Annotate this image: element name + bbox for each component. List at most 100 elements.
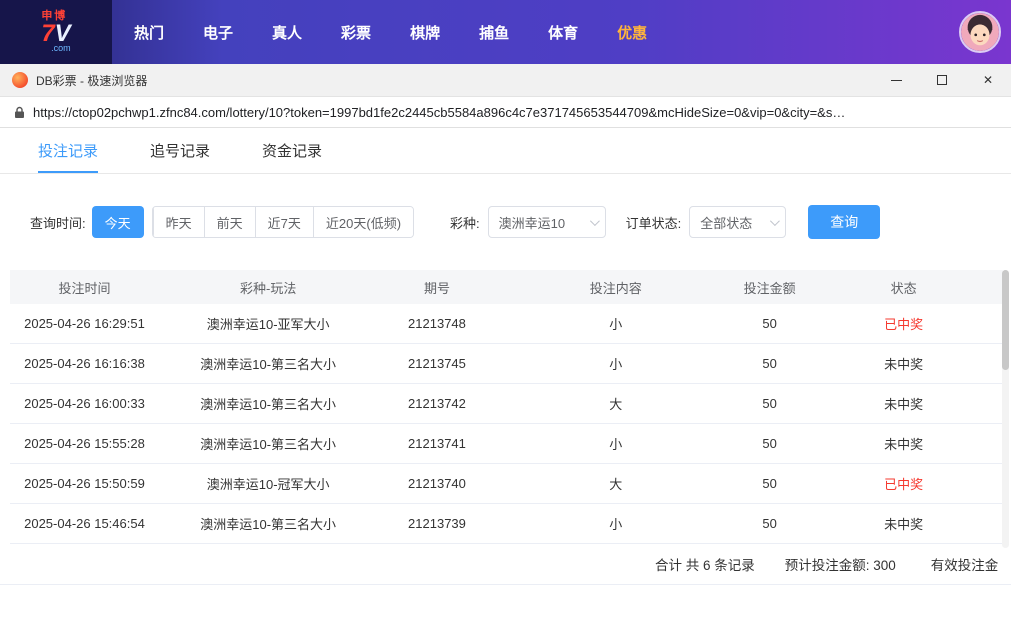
avatar-image	[961, 13, 999, 51]
table-row: 2025-04-26 16:16:38 澳洲幸运10-第三名大小 2121374…	[10, 344, 1003, 384]
header-bet-time: 投注时间	[58, 280, 111, 296]
tab-bet-records[interactable]: 投注记录	[38, 128, 99, 173]
lottery-select-value: 澳洲幸运10	[498, 215, 566, 231]
cell-bet-amount: 50	[762, 476, 777, 491]
summary-expected-amount: 预计投注金额: 300	[784, 558, 896, 573]
url-text: https://ctop02pchwp1.zfnc84.com/lottery/…	[33, 104, 846, 120]
table-row: 2025-04-26 16:00:33 澳洲幸运10-第三名大小 2121374…	[10, 384, 1003, 424]
cell-issue: 21213739	[408, 516, 466, 531]
cell-status: 未中奖	[884, 437, 924, 452]
cell-bet-content: 大	[609, 477, 623, 492]
address-bar[interactable]: https://ctop02pchwp1.zfnc84.com/lottery/…	[0, 97, 1011, 128]
table-row: 2025-04-26 15:55:28 澳洲幸运10-第三名大小 2121374…	[10, 424, 1003, 464]
table-row: 2025-04-26 15:50:59 澳洲幸运10-冠军大小 21213740…	[10, 464, 1003, 504]
nav-item[interactable]: 彩票	[333, 16, 379, 49]
nav-item[interactable]: 捕鱼	[471, 16, 517, 49]
cell-status: 已中奖	[884, 477, 924, 492]
cell-bet-time: 2025-04-26 16:00:33	[24, 396, 145, 411]
scrollbar[interactable]	[1002, 270, 1009, 548]
window-controls	[873, 64, 1011, 96]
cell-bet-amount: 50	[762, 516, 777, 531]
nav-item[interactable]: 热门	[126, 16, 172, 49]
table-row: 2025-04-26 15:46:54 澳洲幸运10-第三名大小 2121373…	[10, 504, 1003, 544]
cell-bet-content: 小	[609, 317, 623, 332]
table-header-row: 投注时间 彩种-玩法 期号 投注内容 投注金额 状态	[10, 270, 1003, 304]
order-status-select[interactable]: 全部状态	[689, 206, 787, 238]
cell-status: 已中奖	[884, 317, 924, 332]
tab-fund-records[interactable]: 资金记录	[262, 128, 322, 173]
site-logo-text: 申博 7V .com	[41, 11, 70, 53]
cell-game-play: 澳洲幸运10-第三名大小	[200, 437, 337, 452]
summary-valid-amount: 有效投注金	[930, 558, 999, 573]
cell-bet-amount: 50	[762, 396, 777, 411]
nav-item[interactable]: 棋牌	[402, 16, 448, 49]
time-filter-today-button[interactable]: 今天	[91, 206, 144, 238]
table-row: 2025-04-26 16:29:51 澳洲幸运10-亚军大小 21213748…	[10, 304, 1003, 344]
cell-issue: 21213742	[408, 396, 466, 411]
cell-game-play: 澳洲幸运10-第三名大小	[200, 357, 337, 372]
cell-bet-amount: 50	[762, 316, 777, 331]
time-filter-button[interactable]: 昨天	[152, 207, 204, 237]
maximize-icon	[937, 75, 947, 85]
minimize-icon	[890, 79, 902, 81]
cell-bet-time: 2025-04-26 15:46:54	[24, 516, 145, 531]
cell-issue: 21213748	[408, 316, 466, 331]
user-avatar[interactable]	[959, 11, 1001, 53]
lottery-select[interactable]: 澳洲幸运10	[487, 206, 606, 238]
time-filter-button[interactable]: 前天	[203, 207, 255, 237]
order-status-label: 订单状态:	[625, 215, 682, 231]
nav-item[interactable]: 真人	[264, 16, 310, 49]
summary-total-records: 合计 共 6 条记录	[655, 558, 755, 573]
scrollbar-thumb[interactable]	[1002, 270, 1009, 370]
lottery-filter-label: 彩种:	[450, 215, 480, 231]
cell-bet-amount: 50	[762, 436, 777, 451]
search-button[interactable]: 查询	[808, 205, 881, 239]
cell-issue: 21213740	[408, 476, 466, 491]
nav-item[interactable]: 体育	[540, 16, 586, 49]
cell-bet-content: 小	[609, 357, 623, 372]
cell-bet-content: 小	[609, 437, 623, 452]
filter-bar: 查询时间: 今天 昨天 前天 近7天 近20天(低频) 彩种: 澳洲幸运10 订…	[0, 174, 1011, 270]
cell-bet-content: 小	[609, 517, 623, 532]
window-title: DB彩票 - 极速浏览器	[36, 73, 148, 88]
order-status-value: 全部状态	[700, 215, 753, 231]
record-tabs: 投注记录 追号记录 资金记录	[0, 128, 1011, 174]
tab-chase-records[interactable]: 追号记录	[150, 128, 210, 173]
time-filter-button[interactable]: 近7天	[254, 207, 313, 237]
cell-bet-time: 2025-04-26 15:50:59	[24, 476, 145, 491]
nav-item[interactable]: 电子	[195, 16, 241, 49]
site-logo[interactable]: 申博 7V .com	[0, 0, 112, 64]
maximize-button[interactable]	[919, 64, 965, 96]
header-game-play: 彩种-玩法	[239, 280, 297, 296]
chevron-down-icon	[770, 215, 781, 226]
cell-issue: 21213741	[408, 436, 466, 451]
summary-row: 合计 共 6 条记录 预计投注金额: 300 有效投注金	[0, 544, 1011, 585]
minimize-button[interactable]	[873, 64, 919, 96]
lock-icon	[14, 106, 25, 119]
cell-status: 未中奖	[884, 357, 924, 372]
time-filter-button[interactable]: 近20天(低频)	[312, 207, 414, 237]
cell-status: 未中奖	[884, 517, 924, 532]
time-filter-label: 查询时间:	[30, 215, 86, 231]
header-bet-amount: 投注金额	[743, 280, 796, 296]
bet-records-table: 投注时间 彩种-玩法 期号 投注内容 投注金额 状态 2025-04-26 16…	[10, 270, 1003, 544]
site-top-nav: 申博 7V .com 热门 电子 真人 彩票 棋牌 捕鱼 体育 优惠	[0, 0, 1011, 64]
close-button[interactable]	[965, 64, 1011, 96]
header-bet-content: 投注内容	[589, 280, 642, 296]
cell-bet-amount: 50	[762, 356, 777, 371]
cell-bet-content: 大	[609, 397, 623, 412]
cell-issue: 21213745	[408, 356, 466, 371]
browser-title-bar: DB彩票 - 极速浏览器	[0, 64, 1011, 97]
cell-bet-time: 2025-04-26 16:16:38	[24, 356, 145, 371]
app-window: 申博 7V .com 热门 电子 真人 彩票 棋牌 捕鱼 体育 优惠 DB彩票 …	[0, 0, 1011, 625]
site-nav-items: 热门 电子 真人 彩票 棋牌 捕鱼 体育 优惠	[126, 16, 655, 49]
page-content: 投注记录 追号记录 资金记录 查询时间: 今天 昨天 前天 近7天 近20天(低…	[0, 128, 1011, 625]
cell-game-play: 澳洲幸运10-第三名大小	[200, 517, 337, 532]
table-body: 2025-04-26 16:29:51 澳洲幸运10-亚军大小 21213748…	[10, 304, 1003, 544]
cell-bet-time: 2025-04-26 16:29:51	[24, 316, 145, 331]
nav-item[interactable]: 优惠	[609, 16, 655, 49]
cell-bet-time: 2025-04-26 15:55:28	[24, 436, 145, 451]
cell-status: 未中奖	[884, 397, 924, 412]
cell-game-play: 澳洲幸运10-冠军大小	[206, 477, 330, 492]
time-filter-group: 昨天 前天 近7天 近20天(低频)	[151, 206, 415, 238]
